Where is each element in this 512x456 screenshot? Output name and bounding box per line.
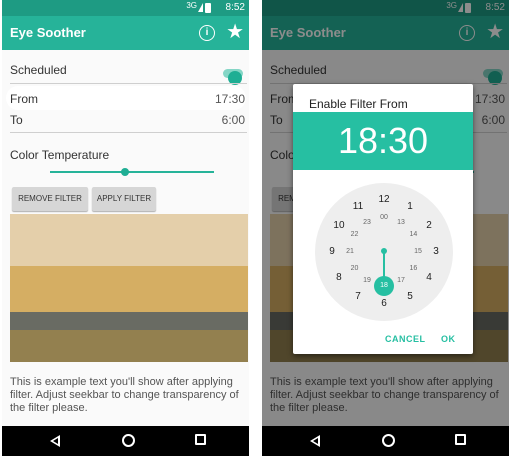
clock-hour-1[interactable]: 1 xyxy=(402,201,418,213)
clock-hour-19[interactable]: 19 xyxy=(359,275,375,287)
clock-hour-11[interactable]: 11 xyxy=(350,201,366,213)
clock-hour-10[interactable]: 10 xyxy=(331,220,347,232)
back-icon-inner xyxy=(313,438,318,444)
clock-selected-hour[interactable]: 18 xyxy=(374,276,394,296)
clock-hour-2[interactable]: 2 xyxy=(421,220,437,232)
clock-hour-9[interactable]: 9 xyxy=(324,246,340,258)
star-icon[interactable]: ★ xyxy=(226,21,244,43)
recents-icon[interactable] xyxy=(455,434,466,445)
time-picker-dialog: Enable Filter From 18:30 12 1 2 3 4 5 6 7 8 9 10 11… xyxy=(293,84,473,354)
clock-face[interactable]: 12 1 2 3 4 5 6 7 8 9 10 11 00 13 14 15 16 17 19 20 21 22 23 18 xyxy=(315,183,453,321)
clock-hour-23[interactable]: 23 xyxy=(359,217,375,229)
clock-hour-22[interactable]: 22 xyxy=(347,229,363,241)
divider xyxy=(10,83,247,84)
scheduled-row[interactable]: Scheduled xyxy=(10,63,249,85)
status-bar: 3G 8:52 xyxy=(2,0,249,16)
clock-hour-15[interactable]: 15 xyxy=(410,246,426,258)
scheduled-label: Scheduled xyxy=(10,63,67,77)
color-temp-seekbar[interactable] xyxy=(50,171,214,173)
apply-filter-button[interactable]: APPLY FILTER xyxy=(92,187,156,211)
ok-button[interactable]: OK xyxy=(441,334,456,344)
to-label: To xyxy=(10,113,23,127)
wifi-icon xyxy=(198,3,203,12)
from-row[interactable]: From 17:30 xyxy=(10,92,249,106)
clock-hour-8[interactable]: 8 xyxy=(331,272,347,284)
home-icon[interactable] xyxy=(122,434,135,447)
filter-tint xyxy=(10,214,248,362)
status-time: 8:52 xyxy=(225,2,245,13)
nav-bar xyxy=(2,426,249,456)
clock-hour-21[interactable]: 21 xyxy=(342,246,358,258)
time-picker-screen: 3G 8:52 Eye Soother i ★ Scheduled From 1… xyxy=(262,0,509,456)
clock-hour-14[interactable]: 14 xyxy=(405,229,421,241)
to-row[interactable]: To 6:00 xyxy=(10,113,249,127)
color-temp-label: Color Temperature xyxy=(10,148,110,162)
clock-center xyxy=(381,248,387,254)
remove-filter-button[interactable]: REMOVE FILTER xyxy=(12,187,88,211)
settings-content: Scheduled From 17:30 To 6:00 Color Tempe… xyxy=(2,50,249,426)
from-label: From xyxy=(10,92,38,106)
clock-hour-12[interactable]: 12 xyxy=(376,194,392,206)
clock-hour-5[interactable]: 5 xyxy=(402,291,418,303)
info-icon[interactable]: i xyxy=(199,25,215,41)
home-icon[interactable] xyxy=(382,434,395,447)
clock-hour-00[interactable]: 00 xyxy=(376,212,392,224)
to-value: 6:00 xyxy=(221,113,245,127)
clock-hour-7[interactable]: 7 xyxy=(350,291,366,303)
clock-hour-20[interactable]: 20 xyxy=(347,263,363,275)
color-temp-row: Color Temperature xyxy=(10,148,249,162)
clock-hour-6[interactable]: 6 xyxy=(376,298,392,310)
example-text: This is example text you'll show after a… xyxy=(10,376,239,414)
scheduled-toggle[interactable] xyxy=(223,69,243,85)
clock-hour-16[interactable]: 16 xyxy=(405,263,421,275)
time-header: 18:30 xyxy=(293,112,473,170)
clock-hour-3[interactable]: 3 xyxy=(428,246,444,258)
back-icon-inner xyxy=(53,438,58,444)
dialog-title: Enable Filter From xyxy=(309,97,408,111)
clock-hour-17[interactable]: 17 xyxy=(393,275,409,287)
app-bar: Eye Soother i ★ xyxy=(2,16,249,50)
recents-icon[interactable] xyxy=(195,434,206,445)
signal-icon: 3G xyxy=(186,1,197,10)
main-screen: 3G 8:52 Eye Soother i ★ Scheduled From 1… xyxy=(2,0,249,456)
clock-hour-4[interactable]: 4 xyxy=(421,272,437,284)
divider xyxy=(10,132,247,133)
example-photo xyxy=(10,214,248,362)
seekbar-thumb[interactable] xyxy=(121,168,130,176)
app-title: Eye Soother xyxy=(10,25,86,40)
cancel-button[interactable]: CANCEL xyxy=(385,334,426,344)
from-value: 17:30 xyxy=(214,92,245,106)
nav-bar xyxy=(262,426,509,456)
battery-icon xyxy=(205,3,211,13)
selected-time[interactable]: 18:30 xyxy=(293,120,473,162)
clock-hour-13[interactable]: 13 xyxy=(393,217,409,229)
